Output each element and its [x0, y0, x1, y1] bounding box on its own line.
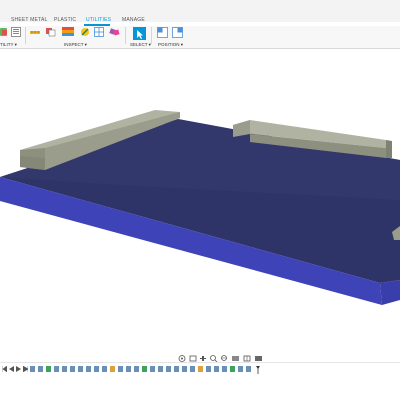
group-label-position[interactable]: POSITION ▾ — [158, 42, 183, 48]
navigation-bar — [178, 350, 266, 363]
timeline-next-icon[interactable] — [23, 366, 28, 372]
tab-manage[interactable]: MANAGE — [122, 17, 145, 23]
group-label-inspect[interactable]: INSPECT ▾ — [64, 42, 87, 48]
measure-icon[interactable] — [30, 27, 40, 37]
ribbon-toolbar — [0, 26, 400, 49]
display-component-colors-icon[interactable] — [109, 27, 120, 37]
ribbon-separator — [125, 27, 126, 44]
timeline-marker-icon[interactable] — [256, 366, 260, 374]
section-analysis-icon[interactable] — [94, 27, 104, 37]
orbit-icon[interactable] — [178, 355, 186, 362]
tab-plastic[interactable]: PLASTIC — [54, 17, 76, 23]
display-settings-icon[interactable] — [232, 356, 239, 361]
parameters-icon[interactable] — [11, 27, 21, 37]
group-label-utility[interactable]: TILITY ▾ — [0, 42, 17, 48]
plate-side-face — [380, 280, 400, 305]
ribbon-tab-bar: SHEET METAL PLASTIC UTILITIES MANAGE — [0, 0, 400, 23]
revert-position-icon[interactable] — [172, 27, 183, 38]
3d-viewport[interactable] — [0, 49, 400, 349]
curvature-analysis-icon[interactable] — [62, 27, 74, 37]
pan-icon[interactable] — [200, 356, 206, 361]
group-label-select[interactable]: SELECT ▾ — [130, 42, 151, 48]
timeline-features[interactable] — [30, 366, 255, 372]
ribbon-separator — [25, 27, 26, 44]
fit-icon[interactable] — [221, 355, 227, 361]
model-canvas[interactable] — [0, 49, 400, 349]
timeline-play-icon[interactable] — [16, 366, 21, 372]
interference-icon[interactable] — [46, 27, 56, 37]
ribbon-separator — [151, 27, 152, 44]
look-at-icon[interactable] — [189, 355, 197, 362]
tab-utilities[interactable]: UTILITIES — [86, 17, 111, 23]
grid-settings-icon[interactable] — [243, 355, 251, 362]
select-icon[interactable] — [133, 27, 146, 40]
zebra-analysis-icon[interactable] — [80, 27, 90, 37]
tab-sheet-metal[interactable]: SHEET METAL — [11, 17, 47, 23]
timeline-start-icon[interactable] — [2, 366, 7, 372]
utility-tool-icon[interactable] — [0, 27, 10, 37]
viewports-icon[interactable] — [255, 356, 262, 361]
capture-position-icon[interactable] — [157, 27, 168, 38]
timeline-prev-icon[interactable] — [9, 366, 14, 372]
